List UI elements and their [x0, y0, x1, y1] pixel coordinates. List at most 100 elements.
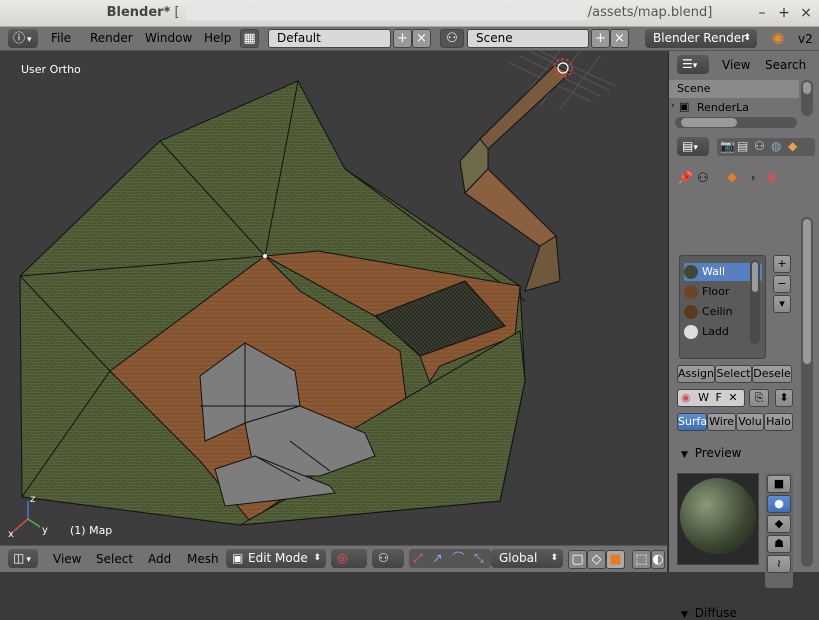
- material-slot-list[interactable]: Wall Floor Ceilin Ladd: [679, 255, 766, 359]
- outliner-view-menu[interactable]: View: [722, 58, 750, 72]
- material-link-select[interactable]: ⬍: [775, 389, 793, 407]
- menu-file[interactable]: File: [51, 31, 71, 45]
- tab-volume[interactable]: Volu: [736, 413, 764, 431]
- menu-help[interactable]: Help: [204, 31, 231, 45]
- tab-halo[interactable]: Halo: [764, 413, 793, 431]
- outliner-hscroll[interactable]: [675, 117, 797, 128]
- add-material-slot-icon[interactable]: +: [773, 255, 791, 273]
- expand-arrow-icon[interactable]: ›: [671, 101, 675, 111]
- preview-monkey-icon[interactable]: ☗: [767, 535, 791, 553]
- copy-material-icon[interactable]: ⎘: [749, 389, 769, 407]
- proportional-edit-icon[interactable]: ◐: [651, 550, 665, 569]
- view-name-label: User Ortho: [21, 63, 81, 76]
- object-name-label: (1) Map: [70, 524, 113, 537]
- face-select-icon[interactable]: ■: [606, 550, 625, 569]
- pivot-select[interactable]: ⚇: [372, 549, 404, 568]
- add-layout-icon[interactable]: +: [393, 29, 412, 48]
- material-f-letter: F: [715, 391, 722, 404]
- properties-vscroll[interactable]: [801, 217, 813, 567]
- app-title: Blender*: [106, 5, 171, 20]
- preview-panel-header[interactable]: ▼ Preview: [681, 446, 741, 460]
- tab-surface[interactable]: Surfa: [677, 413, 707, 431]
- diffuse-panel-header[interactable]: ▼ Diffuse: [681, 606, 737, 620]
- menu-mesh[interactable]: Mesh: [187, 552, 219, 566]
- layout-browse-button[interactable]: ▦: [240, 29, 259, 48]
- minimize-icon[interactable]: –: [753, 4, 771, 22]
- object-context-icon: ◆: [727, 170, 737, 185]
- menu-select[interactable]: Select: [96, 552, 133, 566]
- 3d-viewport[interactable]: User Ortho (1) Map z x y: [0, 51, 667, 545]
- world-tab-icon[interactable]: ◍: [771, 139, 781, 153]
- preview-sphere-icon[interactable]: ●: [767, 495, 791, 513]
- material-specials-icon[interactable]: ▾: [773, 295, 791, 313]
- menu-view[interactable]: View: [53, 552, 81, 566]
- material-name: Ladd: [702, 325, 729, 338]
- layout-field[interactable]: Default: [268, 29, 391, 48]
- render-tab-icon[interactable]: 📷: [720, 139, 735, 153]
- tab-wire[interactable]: Wire: [707, 413, 736, 431]
- material-name: Wall: [702, 265, 726, 278]
- viewport-shading-select[interactable]: ◎: [331, 549, 367, 568]
- properties-editor-type[interactable]: ▤▾: [677, 137, 709, 156]
- material-name: Ceilin: [702, 305, 733, 318]
- scene-render: [13, 51, 616, 532]
- chevron-updown-icon: ⬍: [550, 553, 558, 563]
- orientation-select[interactable]: Global ⬍: [491, 549, 563, 568]
- collapse-arrow-icon[interactable]: ▼: [681, 610, 688, 620]
- menu-render[interactable]: Render: [90, 31, 133, 45]
- occlude-geometry-icon[interactable]: ⬚: [632, 550, 651, 569]
- rotate-icon[interactable]: ⌒: [452, 551, 464, 565]
- manipulator-icon[interactable]: ⤢: [413, 551, 423, 565]
- mode-select[interactable]: ▣ Edit Mode ⬍: [226, 549, 326, 568]
- render-layer-tab-icon[interactable]: ▤: [737, 139, 748, 153]
- shading-icon: ◎: [337, 551, 348, 565]
- render-layers-icon: ▣: [679, 100, 690, 113]
- scene-browse-button[interactable]: ⚇: [440, 29, 464, 48]
- breadcrumb-arrow-icon: ›: [751, 171, 756, 184]
- remove-layout-icon[interactable]: ×: [412, 29, 431, 48]
- chevron-down-icon: ▾: [693, 143, 698, 153]
- preview-cube-icon[interactable]: ◆: [767, 515, 791, 533]
- remove-scene-icon[interactable]: ×: [610, 29, 629, 48]
- material-list-scroll[interactable]: [750, 260, 760, 344]
- outliner-search-menu[interactable]: Search: [765, 58, 806, 72]
- remove-material-slot-icon[interactable]: −: [773, 275, 791, 293]
- preview-sphere: [680, 478, 756, 554]
- preview-hair-icon[interactable]: ≀: [767, 555, 791, 573]
- material-preview-image: [677, 473, 759, 565]
- outliner-row-scene[interactable]: Scene: [669, 80, 799, 98]
- select-button[interactable]: Select: [715, 365, 752, 383]
- editor-type-button[interactable]: ⓘ ▾: [8, 29, 38, 48]
- menu-add[interactable]: Add: [148, 552, 171, 566]
- scene-context-icon: ⚇: [697, 171, 709, 186]
- material-datablock-field[interactable]: ◉ W F ✕: [677, 389, 745, 407]
- collapse-arrow-icon[interactable]: ▼: [681, 450, 688, 460]
- viewport-editor-type-button[interactable]: ◫ ▾: [8, 549, 38, 568]
- edge-select-icon[interactable]: ◇: [587, 550, 606, 569]
- maximize-icon[interactable]: +: [775, 4, 793, 22]
- object-tab-icon[interactable]: ◆: [788, 139, 797, 153]
- scene-tab-icon[interactable]: ⚇: [754, 139, 765, 153]
- vertex-select-icon[interactable]: ▢: [568, 550, 587, 569]
- manipulator-group[interactable]: ⤢ ↗ ⌒ ⤡: [409, 549, 491, 568]
- render-engine-select[interactable]: Blender Render ⬍: [645, 29, 757, 48]
- title-bracket: [: [174, 5, 180, 20]
- material-name: Floor: [702, 285, 730, 298]
- add-scene-icon[interactable]: +: [591, 29, 610, 48]
- close-icon[interactable]: ×: [797, 4, 815, 22]
- material-browse-icon[interactable]: ◉: [681, 391, 691, 404]
- cube-icon: ◫: [13, 551, 25, 565]
- preview-type-column: ■ ● ◆ ☗ ≀: [765, 473, 793, 588]
- scale-icon[interactable]: ⤡: [474, 551, 484, 565]
- menu-window[interactable]: Window: [145, 31, 192, 45]
- outliner-editor-type[interactable]: ☰▾: [677, 55, 709, 74]
- pin-icon[interactable]: 📌: [677, 171, 693, 186]
- assign-button[interactable]: Assign: [677, 365, 715, 383]
- translate-icon[interactable]: ↗: [432, 551, 442, 565]
- outliner-vscroll[interactable]: [801, 80, 813, 116]
- scene-field[interactable]: Scene: [467, 29, 589, 48]
- deselect-button[interactable]: Desele: [752, 365, 792, 383]
- outliner-row-renderlayer[interactable]: › ▣ RenderLa: [669, 99, 799, 117]
- unlink-material-icon[interactable]: ✕: [728, 391, 737, 404]
- preview-flat-icon[interactable]: ■: [767, 475, 791, 493]
